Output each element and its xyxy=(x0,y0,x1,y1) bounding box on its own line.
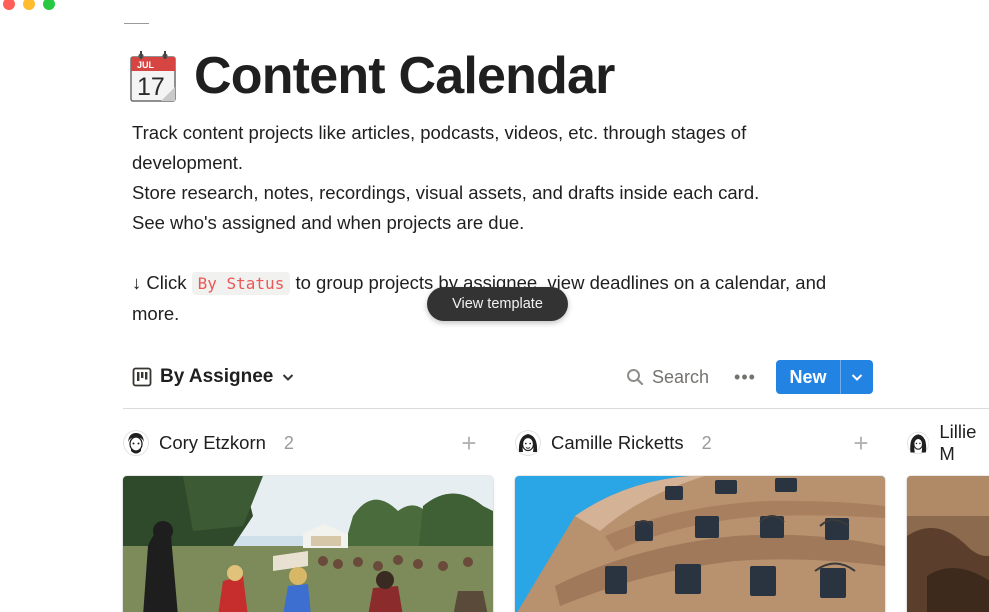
search-button[interactable]: Search xyxy=(626,360,709,394)
card-cover-building[interactable] xyxy=(515,476,885,612)
column-header-cory[interactable]: Cory Etzkorn 2 xyxy=(123,428,294,458)
hint-prefix: ↓ Click xyxy=(132,272,192,293)
avatar xyxy=(907,431,930,455)
description-line: Store research, notes, recordings, visua… xyxy=(132,182,760,203)
window-controls xyxy=(0,0,55,10)
description-line: Track content projects like articles, po… xyxy=(132,122,747,173)
avatar xyxy=(123,430,149,456)
column-header-camille[interactable]: Camille Ricketts 2 xyxy=(515,428,712,458)
search-icon xyxy=(627,369,644,386)
chevron-down-icon xyxy=(851,374,863,381)
add-card-button[interactable]: + xyxy=(851,430,871,456)
card-cover-festival[interactable] xyxy=(123,476,493,612)
new-button-group: New xyxy=(776,360,873,394)
column-name: Lillie M xyxy=(939,421,977,464)
column-name: Cory Etzkorn xyxy=(159,432,266,453)
search-label: Search xyxy=(652,366,710,387)
inline-code: By Status xyxy=(191,272,291,295)
view-template-button[interactable]: View template xyxy=(427,287,568,321)
view-switcher[interactable]: By Assignee xyxy=(132,360,295,394)
festival-image xyxy=(123,476,493,612)
column-header-lillie[interactable]: Lillie M xyxy=(907,421,989,464)
column-count: 2 xyxy=(701,432,712,453)
page-title: Content Calendar xyxy=(194,47,615,105)
chevron-down-icon xyxy=(283,374,294,381)
more-options-button[interactable]: ••• xyxy=(734,367,756,387)
calendar-icon[interactable]: JUL 17 xyxy=(128,49,178,103)
minimize-window-button[interactable] xyxy=(23,0,35,10)
notion-page: JUL 17 Content Calendar Track content pr… xyxy=(0,0,989,612)
calendar-day: 17 xyxy=(137,73,165,101)
page-header: JUL 17 Content Calendar xyxy=(128,46,615,106)
card-image xyxy=(907,476,989,612)
column-name: Camille Ricketts xyxy=(551,432,684,453)
database-toolbar: By Assignee Search ••• New xyxy=(132,360,873,394)
board-view-icon xyxy=(132,367,152,387)
view-name: By Assignee xyxy=(160,366,274,387)
description-line: See who's assigned and when projects are… xyxy=(132,212,525,233)
zoom-window-button[interactable] xyxy=(43,0,55,10)
add-card-button[interactable]: + xyxy=(459,430,479,456)
building-image xyxy=(515,476,885,612)
new-button[interactable]: New xyxy=(776,360,840,394)
column-count: 2 xyxy=(283,432,294,453)
new-dropdown-button[interactable] xyxy=(841,360,873,394)
toolbar-divider xyxy=(123,408,989,409)
avatar xyxy=(515,430,541,456)
close-window-button[interactable] xyxy=(3,0,15,10)
card-cover-partial[interactable] xyxy=(907,476,989,612)
calendar-month: JUL xyxy=(137,60,155,70)
divider xyxy=(124,23,149,24)
